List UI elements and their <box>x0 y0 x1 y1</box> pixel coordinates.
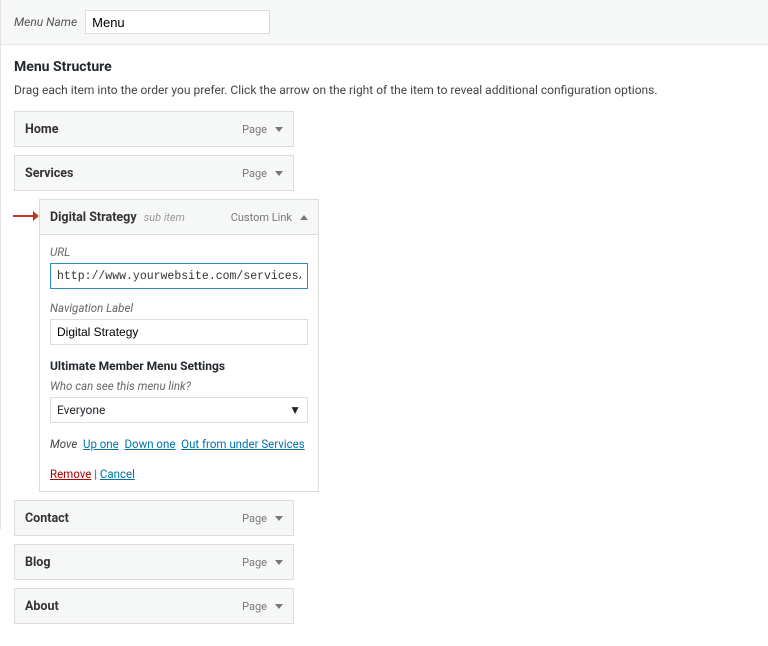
menu-item-digital-strategy[interactable]: Digital Strategy sub item Custom Link <box>39 199 319 235</box>
move-up-one-link[interactable]: Up one <box>83 437 119 451</box>
menu-item-title: Services <box>25 166 73 181</box>
remove-link[interactable]: Remove <box>50 467 91 481</box>
menu-item-type: Page <box>242 512 267 525</box>
chevron-down-icon[interactable] <box>275 127 283 132</box>
who-can-see-select[interactable]: Everyone ▼ <box>50 397 308 423</box>
menu-item-home[interactable]: Home Page <box>14 111 294 147</box>
menu-item-title: About <box>25 599 59 614</box>
menu-item-title: Digital Strategy sub item <box>50 210 185 225</box>
remove-row: Remove | Cancel <box>50 467 308 481</box>
menu-structure-body: Menu Structure Drag each item into the o… <box>0 45 768 646</box>
url-input[interactable] <box>50 263 308 289</box>
left-border <box>0 0 1 529</box>
menu-item-type: Page <box>242 600 267 613</box>
menu-item-contact[interactable]: Contact Page <box>14 500 294 536</box>
who-can-see-value: Everyone <box>57 403 105 417</box>
menu-structure-hint: Drag each item into the order you prefer… <box>14 83 754 97</box>
who-can-see-label: Who can see this menu link? <box>50 379 308 393</box>
menu-item-title: Home <box>25 122 58 137</box>
chevron-down-icon[interactable] <box>275 516 283 521</box>
sub-item-tag: sub item <box>144 211 185 224</box>
ultimate-member-heading: Ultimate Member Menu Settings <box>50 359 308 373</box>
menu-structure-heading: Menu Structure <box>14 59 754 75</box>
menu-name-bar: Menu Name <box>0 0 768 45</box>
menu-item-title: Blog <box>25 555 50 570</box>
select-caret-icon: ▼ <box>289 404 301 416</box>
menu-item-services[interactable]: Services Page <box>14 155 294 191</box>
menu-item-title: Contact <box>25 511 69 526</box>
sub-item-wrap: Digital Strategy sub item Custom Link UR… <box>39 199 319 492</box>
chevron-down-icon[interactable] <box>275 604 283 609</box>
menu-item-type: Custom Link <box>231 211 292 224</box>
menu-item-settings-panel: URL Navigation Label Ultimate Member Men… <box>39 235 319 492</box>
move-label: Move <box>50 437 77 451</box>
callout-arrow-icon <box>13 209 39 223</box>
chevron-up-icon[interactable] <box>300 215 308 220</box>
menu-item-about[interactable]: About Page <box>14 588 294 624</box>
url-field-label: URL <box>50 245 308 259</box>
navigation-label-input[interactable] <box>50 319 308 345</box>
move-row: Move Up one Down one Out from under Serv… <box>50 437 308 451</box>
menu-name-input[interactable] <box>85 10 270 34</box>
menu-item-type: Page <box>242 556 267 569</box>
navigation-label-field-label: Navigation Label <box>50 301 308 315</box>
chevron-down-icon[interactable] <box>275 171 283 176</box>
move-down-one-link[interactable]: Down one <box>124 437 175 451</box>
menu-item-type: Page <box>242 123 267 136</box>
menu-item-blog[interactable]: Blog Page <box>14 544 294 580</box>
menu-item-title-text: Digital Strategy <box>50 210 137 225</box>
menu-item-type: Page <box>242 167 267 180</box>
cancel-link[interactable]: Cancel <box>100 467 135 481</box>
move-out-from-under-link[interactable]: Out from under Services <box>181 437 305 451</box>
menu-name-label: Menu Name <box>14 15 77 29</box>
chevron-down-icon[interactable] <box>275 560 283 565</box>
